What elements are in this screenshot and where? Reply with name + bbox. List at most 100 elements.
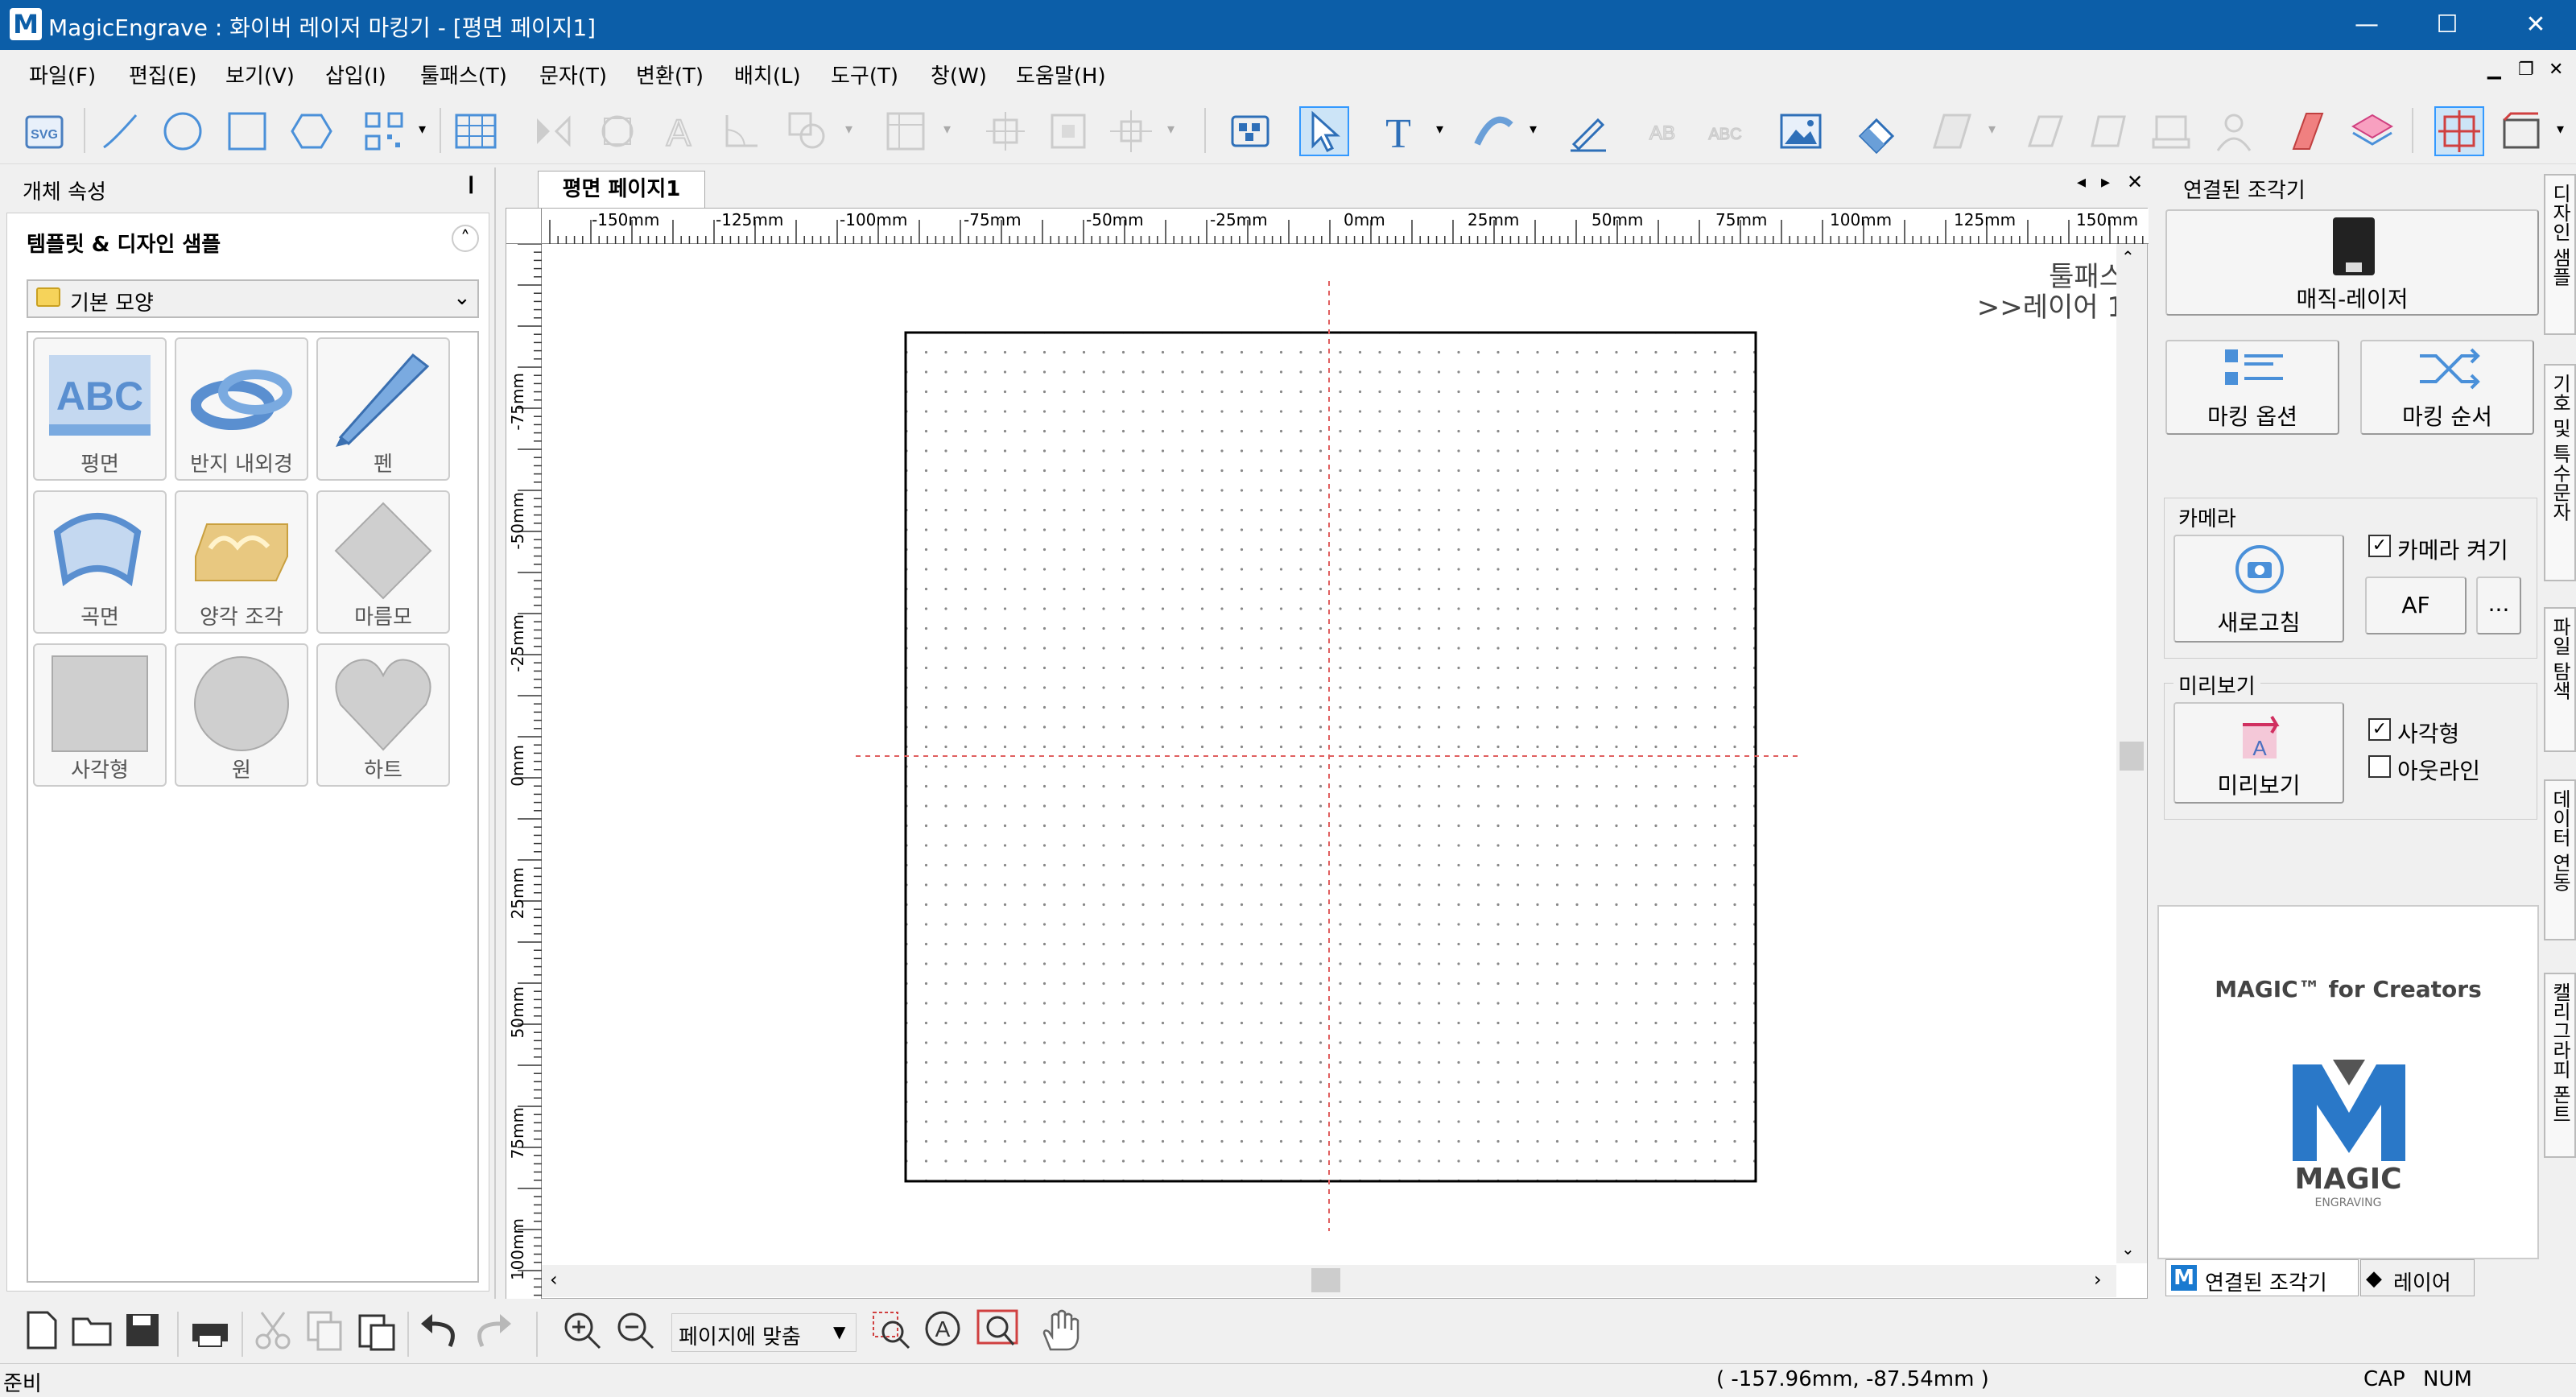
ellipse-tool-button[interactable]: [158, 106, 208, 156]
template-circle[interactable]: 원: [175, 643, 308, 787]
minimize-button[interactable]: —: [2326, 0, 2407, 50]
combine-dropdown-icon[interactable]: ▾: [845, 121, 852, 138]
rectangle-checkbox[interactable]: ✓: [2368, 718, 2391, 741]
align-page-button[interactable]: [1043, 106, 1093, 156]
paste-button[interactable]: [351, 1305, 401, 1355]
tab-next-icon[interactable]: ▸: [2101, 172, 2110, 192]
close-button[interactable]: ✕: [2496, 0, 2576, 50]
af-button[interactable]: AF: [2365, 577, 2467, 634]
skew-left-button[interactable]: [2021, 106, 2070, 156]
vector-path-button[interactable]: [2283, 106, 2333, 156]
menu-insert[interactable]: 삽입(I): [325, 60, 386, 89]
distribute-dropdown-icon[interactable]: ▾: [1167, 121, 1174, 138]
camera-more-button[interactable]: ...: [2476, 577, 2521, 634]
maximize-button[interactable]: ☐: [2407, 0, 2487, 50]
tab-layer[interactable]: ◆ 레이어: [2360, 1259, 2475, 1296]
undo-button[interactable]: [415, 1305, 465, 1355]
side-tab-symbols[interactable]: 기호 및 특수문자: [2544, 364, 2576, 581]
slant-dropdown-icon[interactable]: ▾: [1988, 121, 1996, 138]
weld-button[interactable]: [592, 106, 642, 156]
scroll-right-icon[interactable]: ›: [2094, 1268, 2102, 1291]
crosshair-toggle-button[interactable]: [2434, 106, 2484, 156]
category-select[interactable]: 기본 모양 ⌄: [27, 279, 479, 318]
marking-order-button[interactable]: 마킹 순서: [2360, 340, 2534, 435]
device-button[interactable]: 매직-레이저: [2165, 209, 2539, 316]
menu-toolpath[interactable]: 툴패스(T): [420, 60, 507, 89]
menu-transform[interactable]: 변환(T): [636, 60, 704, 89]
eraser-button[interactable]: [1852, 106, 1901, 156]
polygon-tool-button[interactable]: [287, 106, 336, 156]
text-outline-button[interactable]: A: [654, 106, 704, 156]
collapse-icon[interactable]: ˄: [452, 225, 479, 252]
canvas-viewport[interactable]: -150mm -125mm -100mm -75mm -50mm -25mm 0…: [506, 208, 2149, 1299]
side-tab-calligraphy[interactable]: 캘리그라피 폰트: [2544, 973, 2576, 1158]
text-fit-button[interactable]: ABC: [1700, 106, 1750, 156]
menu-edit[interactable]: 편집(E): [129, 60, 197, 89]
outline-checkbox[interactable]: [2368, 755, 2391, 778]
menu-text[interactable]: 문자(T): [539, 60, 607, 89]
shape-combine-button[interactable]: [782, 106, 832, 156]
tab-prev-icon[interactable]: ◂: [2077, 172, 2086, 192]
copy-button[interactable]: [299, 1305, 349, 1355]
text-spacing-button[interactable]: AB: [1637, 106, 1687, 156]
photo-engrave-button[interactable]: [2209, 106, 2259, 156]
mirror-button[interactable]: [528, 106, 578, 156]
new-file-button[interactable]: [16, 1305, 66, 1355]
node-edit-button[interactable]: [1563, 106, 1613, 156]
vertical-scrollbar[interactable]: ⌃ ⌄: [2116, 244, 2147, 1263]
array-button[interactable]: [881, 106, 931, 156]
zoom-text-button[interactable]: A: [919, 1305, 969, 1355]
layers-button[interactable]: [2347, 106, 2397, 156]
line-tool-button[interactable]: [95, 106, 145, 156]
text-tool-dropdown-icon[interactable]: ▾: [1436, 121, 1443, 138]
arc-text-dropdown-icon[interactable]: ▾: [1530, 121, 1537, 138]
tab-page1[interactable]: 평면 페이지1: [538, 171, 705, 208]
zoom-page-button[interactable]: [972, 1305, 1022, 1355]
scroll-down-icon[interactable]: ⌄: [2121, 1239, 2135, 1259]
array-dropdown-icon[interactable]: ▾: [943, 121, 951, 138]
menu-file[interactable]: 파일(F): [29, 60, 96, 89]
image-button[interactable]: [1776, 106, 1826, 156]
menu-tools[interactable]: 도구(T): [831, 60, 898, 89]
group-button[interactable]: [1225, 106, 1275, 156]
menu-arrange[interactable]: 배치(L): [734, 60, 801, 89]
import-svg-button[interactable]: SVG: [19, 106, 69, 156]
arc-text-button[interactable]: [1468, 106, 1518, 156]
pan-button[interactable]: [1035, 1305, 1085, 1355]
side-tab-file-explorer[interactable]: 파일 탐색: [2544, 607, 2576, 752]
mdi-minimize-button[interactable]: ▁: [2487, 60, 2501, 80]
work-area[interactable]: [542, 244, 2112, 1263]
mdi-restore-button[interactable]: ❐: [2518, 60, 2534, 80]
slant-button[interactable]: [1927, 106, 1977, 156]
menu-window[interactable]: 창(W): [931, 60, 987, 89]
scroll-left-icon[interactable]: ‹: [550, 1268, 558, 1291]
rectangle-tool-button[interactable]: [222, 106, 272, 156]
horizontal-scroll-thumb[interactable]: [1311, 1268, 1340, 1292]
page-frame-dropdown-icon[interactable]: ▾: [2557, 121, 2564, 138]
scroll-up-icon[interactable]: ⌃: [2121, 247, 2135, 267]
ruler-origin-icon[interactable]: [506, 209, 542, 244]
zoom-select[interactable]: 페이지에 맞춤 ▼: [671, 1313, 857, 1352]
vertical-scroll-thumb[interactable]: [2120, 742, 2144, 771]
print-button[interactable]: [185, 1305, 235, 1355]
menu-help[interactable]: 도움말(H): [1016, 60, 1106, 89]
side-tab-data-link[interactable]: 데이터 연동: [2544, 779, 2576, 940]
qrcode-dropdown-icon[interactable]: ▾: [419, 121, 426, 138]
tab-engraver[interactable]: M 연결된 조각기: [2165, 1259, 2359, 1296]
template-heart[interactable]: 하트: [316, 643, 450, 787]
select-tool-button[interactable]: [1299, 106, 1349, 156]
open-file-button[interactable]: [68, 1305, 118, 1355]
skew-right-button[interactable]: [2083, 106, 2133, 156]
zoom-out-button[interactable]: [610, 1305, 660, 1355]
template-ring[interactable]: 반지 내외경: [175, 337, 308, 481]
camera-on-checkbox[interactable]: ✓: [2368, 535, 2391, 557]
marking-options-button[interactable]: 마킹 옵션: [2165, 340, 2339, 435]
menu-view[interactable]: 보기(V): [225, 60, 295, 89]
save-button[interactable]: [119, 1305, 169, 1355]
preview-button[interactable]: A 미리보기: [2174, 702, 2344, 804]
template-flat[interactable]: ABC 평면: [33, 337, 167, 481]
refresh-button[interactable]: 새로고침: [2174, 535, 2344, 643]
page-frame-button[interactable]: [2497, 106, 2547, 156]
template-emboss[interactable]: 양각 조각: [175, 490, 308, 634]
distribute-button[interactable]: [1106, 106, 1156, 156]
